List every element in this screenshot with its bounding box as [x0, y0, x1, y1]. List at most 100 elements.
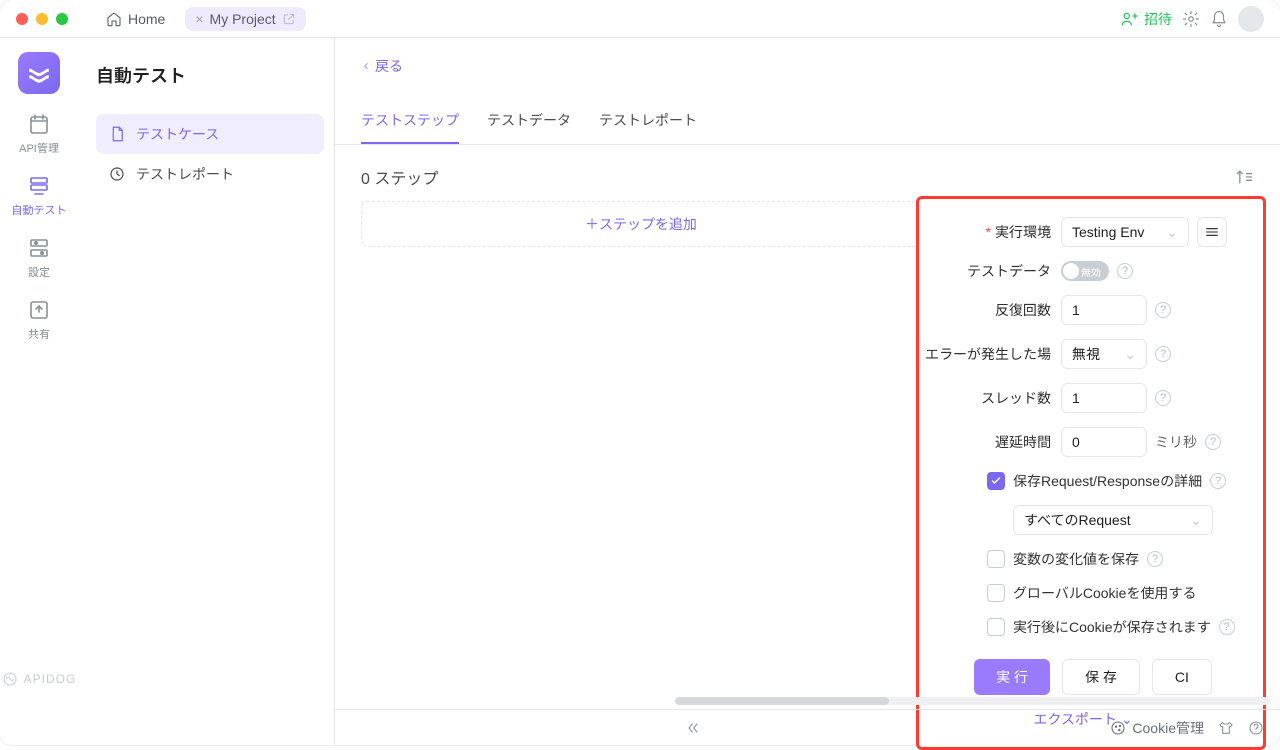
config-row-repeat: 反復回数 1 ? [919, 295, 1247, 325]
sidebar-item-test-cases[interactable]: テストケース [96, 114, 324, 154]
list-icon [1204, 224, 1220, 240]
env-label: 実行環境 [919, 222, 1051, 242]
sidebar-item-label: テストレポート [136, 164, 234, 184]
rail-settings[interactable]: 設定 [27, 236, 51, 280]
tab-test-steps[interactable]: テストステップ [361, 110, 459, 144]
settings-button[interactable] [1182, 10, 1200, 28]
file-icon [108, 125, 126, 143]
delay-label: 遅延時間 [919, 432, 1051, 452]
run-button[interactable]: 実 行 [974, 659, 1050, 695]
back-button[interactable]: 戻る [335, 38, 1280, 76]
help-icon[interactable]: ? [1210, 473, 1226, 489]
collapse-icon[interactable] [685, 720, 701, 736]
delay-input[interactable]: 0 [1061, 427, 1147, 457]
request-scope-select[interactable]: すべてのRequest ⌄ [1013, 505, 1213, 535]
tab-test-data[interactable]: テストデータ [487, 110, 571, 144]
back-label: 戻る [375, 56, 403, 76]
bell-icon [1210, 10, 1228, 28]
save-reqres-checkbox[interactable] [987, 472, 1005, 490]
notifications-button[interactable] [1210, 10, 1228, 28]
tab-project[interactable]: × My Project [185, 7, 305, 31]
brand-icon [2, 671, 18, 687]
logo-icon [26, 60, 52, 86]
close-icon[interactable]: × [195, 11, 203, 27]
config-row-delay: 遅延時間 0 ミリ秒 ? [919, 427, 1247, 457]
minimize-window-icon[interactable] [36, 13, 48, 25]
brand-text: APIDOG [24, 672, 77, 686]
config-row-on-error: エラーが発生した場 無視 ⌄ ? [919, 339, 1247, 369]
close-window-icon[interactable] [16, 13, 28, 25]
rail-auto-test[interactable]: 自動テスト [12, 174, 67, 218]
threads-label: スレッド数 [919, 388, 1051, 408]
test-data-toggle[interactable]: 無効 [1061, 261, 1109, 281]
invite-button[interactable]: 招待 [1120, 9, 1172, 29]
chevron-down-icon: ⌄ [1190, 512, 1202, 529]
chevron-down-icon: ⌄ [1124, 346, 1136, 363]
avatar[interactable] [1238, 6, 1264, 32]
rail-label: API管理 [19, 140, 59, 156]
window-controls [16, 13, 68, 25]
calendar-icon [27, 112, 51, 136]
config-row-environment: 実行環境 Testing Env ⌄ [919, 217, 1247, 247]
help-icon[interactable]: ? [1155, 302, 1171, 318]
help-icon[interactable]: ? [1205, 434, 1221, 450]
help-icon[interactable]: ? [1117, 263, 1133, 279]
repeat-input[interactable]: 1 [1061, 295, 1147, 325]
external-link-icon [282, 12, 296, 26]
help-icon[interactable]: ? [1147, 551, 1163, 567]
invite-label: 招待 [1144, 9, 1172, 29]
save-cookie-checkbox[interactable] [987, 618, 1005, 636]
scrollbar-thumb[interactable] [675, 697, 889, 705]
content: 戻る テストステップ テストデータ テストレポート 0 ステップ ＋ステップを追… [334, 38, 1280, 745]
sort-icon[interactable] [1234, 167, 1254, 187]
testdata-label: テストデータ [919, 261, 1051, 281]
chevron-left-icon [361, 61, 371, 71]
sliders-icon [27, 236, 51, 260]
help-icon[interactable]: ? [1155, 346, 1171, 362]
share-icon [27, 298, 51, 322]
clock-icon [108, 165, 126, 183]
brand-footer: APIDOG [2, 671, 77, 687]
run-config-panel: 実行環境 Testing Env ⌄ テストデータ 無効 [916, 196, 1266, 750]
shirt-icon[interactable] [1218, 720, 1234, 736]
add-step-button[interactable]: ＋ステップを追加 [361, 201, 921, 247]
help-circle-icon[interactable] [1248, 720, 1264, 736]
environment-select[interactable]: Testing Env ⌄ [1061, 217, 1189, 247]
gear-icon [1182, 10, 1200, 28]
config-row-global-cookie: グローバルCookieを使用する [919, 583, 1247, 603]
global-cookie-label: グローバルCookieを使用する [1013, 583, 1196, 603]
shell: API管理 自動テスト 設定 共有 APIDOG 自動テスト テストケース テス… [0, 38, 1280, 745]
nav-rail: API管理 自動テスト 設定 共有 APIDOG [0, 38, 78, 745]
ci-button[interactable]: CI [1152, 659, 1212, 695]
use-global-cookie-checkbox[interactable] [987, 584, 1005, 602]
save-vars-checkbox[interactable] [987, 550, 1005, 568]
config-row-test-data: テストデータ 無効 ? [919, 261, 1247, 281]
config-row-threads: スレッド数 1 ? [919, 383, 1247, 413]
rail-share[interactable]: 共有 [27, 298, 51, 342]
rail-api-management[interactable]: API管理 [19, 112, 59, 156]
help-icon[interactable]: ? [1219, 619, 1235, 635]
rail-label: 設定 [28, 264, 50, 280]
rail-label: 自動テスト [12, 202, 67, 218]
toggle-knob [1063, 263, 1079, 279]
sidebar-item-test-reports[interactable]: テストレポート [96, 154, 324, 194]
env-value: Testing Env [1072, 224, 1144, 240]
repeat-label: 反復回数 [919, 300, 1051, 320]
cookie-manage-button[interactable]: Cookie管理 [1110, 718, 1204, 738]
tab-test-report[interactable]: テストレポート [599, 110, 697, 144]
chevron-down-icon: ⌄ [1166, 224, 1178, 241]
help-icon[interactable]: ? [1155, 390, 1171, 406]
horizontal-scrollbar[interactable] [675, 697, 1270, 705]
all-requests-value: すべてのRequest [1024, 510, 1131, 530]
threads-input[interactable]: 1 [1061, 383, 1147, 413]
tab-home[interactable]: Home [96, 7, 175, 31]
environment-manage-button[interactable] [1197, 217, 1227, 247]
tab-project-label: My Project [210, 11, 276, 27]
on-error-select[interactable]: 無視 ⌄ [1061, 339, 1147, 369]
maximize-window-icon[interactable] [56, 13, 68, 25]
step-actions [1234, 167, 1254, 187]
step-header: 0 ステップ [361, 165, 1254, 189]
save-button[interactable]: 保 存 [1062, 659, 1140, 695]
config-row-save-cookie: 実行後にCookieが保存されます ? [919, 617, 1247, 637]
test-icon [27, 174, 51, 198]
